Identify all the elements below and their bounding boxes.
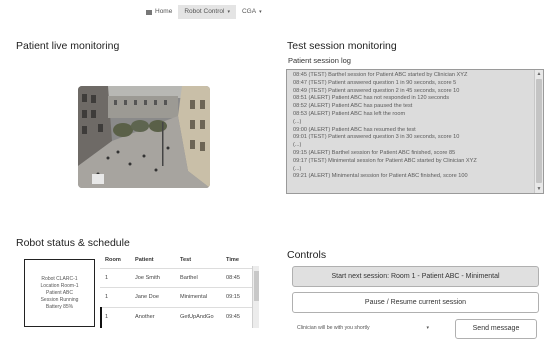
nav-robot-control-label: Robot Control [184, 8, 225, 15]
log-line: 09:01 (TEST) Patient answered question 3… [293, 134, 460, 141]
message-select[interactable]: Clinician will be with you shortly ▾ [293, 321, 435, 335]
nav-cga[interactable]: CGA ▾ [236, 5, 268, 19]
message-select-value: Clinician will be with you shortly [297, 325, 370, 331]
schedule-scrollbar[interactable] [252, 266, 259, 328]
column-header-time: Time [226, 257, 239, 263]
send-message-button[interactable]: Send message [455, 319, 537, 339]
caret-down-icon: ▾ [259, 9, 262, 15]
robot-battery: Battery 85% [45, 303, 74, 310]
caret-down-icon: ▾ [426, 325, 429, 331]
session-log-content: 08:45 (TEST) Barthel session for Patient… [293, 72, 528, 193]
cell-patient: Another [135, 314, 155, 320]
log-line: 09:15 (ALERT) Barthel session for Patien… [293, 149, 456, 156]
live-video-feed[interactable] [78, 86, 210, 188]
nav-robot-control[interactable]: Robot Control ▾ [178, 5, 236, 19]
log-line: 08:51 (ALERT) Patient ABC has not respon… [293, 95, 449, 102]
home-icon [146, 9, 152, 15]
pause-resume-button[interactable]: Pause / Resume current session [292, 292, 539, 313]
cell-time: 09:15 [226, 294, 240, 300]
log-line: 08:47 (TEST) Patient answered question 1… [293, 79, 457, 86]
log-line: 09:21 (ALERT) Minimental session for Pat… [293, 173, 468, 180]
cell-test: Minimental [180, 294, 208, 300]
scroll-up-arrow-icon[interactable]: ▲ [536, 71, 542, 77]
log-line: 09:00 (ALERT) Patient ABC has resumed th… [293, 126, 416, 133]
robot-session-status: Session Running [40, 296, 79, 303]
column-header-room: Room [105, 257, 121, 263]
schedule-header: Room Patient Test Time [100, 254, 252, 266]
log-line: 08:45 (TEST) Barthel session for Patient… [293, 72, 468, 78]
nav-home-label: Home [155, 8, 173, 15]
cell-room: 1 [105, 314, 109, 320]
current-row-indicator [100, 307, 102, 328]
log-scrollbar[interactable]: ▲ ▼ [534, 70, 543, 193]
cell-room: 1 [105, 294, 109, 300]
scroll-thumb[interactable] [254, 271, 259, 301]
robot-location: Location Room-1 [40, 282, 79, 289]
cell-patient: Joe Smith [135, 275, 160, 281]
column-header-patient: Patient [135, 257, 154, 263]
scroll-thumb[interactable] [536, 79, 542, 183]
table-row[interactable]: 1 Jane Doe Minimental 09:15 [100, 287, 252, 306]
log-line: 08:49 (TEST) Patient answered question 2… [293, 87, 460, 94]
session-monitoring-title: Test session monitoring [287, 40, 397, 52]
live-monitoring-title: Patient live monitoring [16, 40, 120, 52]
cell-time: 08:45 [226, 275, 240, 281]
cell-room: 1 [105, 275, 109, 281]
caret-down-icon: ▾ [227, 9, 230, 15]
session-log-textarea[interactable]: 08:45 (TEST) Barthel session for Patient… [286, 69, 544, 194]
cell-time: 09:45 [226, 314, 240, 320]
robot-name: Robot CLARC-1 [41, 275, 78, 282]
nav-cga-label: CGA [241, 8, 257, 15]
scroll-down-arrow-icon[interactable]: ▼ [536, 186, 542, 192]
schedule-table: Room Patient Test Time 1 Joe Smith Barth… [100, 254, 262, 328]
robot-status-title: Robot status & schedule [16, 237, 130, 249]
start-session-button[interactable]: Start next session: Room 1 - Patient ABC… [292, 266, 539, 287]
log-line: (...) [293, 118, 302, 125]
top-navbar: Home Robot Control ▾ CGA ▾ [0, 0, 559, 24]
log-line: (...) [293, 142, 302, 149]
session-log-label: Patient session log [288, 56, 351, 65]
table-row[interactable]: 1 Joe Smith Barthel 08:45 [100, 268, 252, 287]
video-frame [78, 86, 210, 188]
table-row[interactable]: 1 Another GetUpAndGo 09:45 [100, 307, 252, 326]
log-line: (...) [293, 165, 302, 172]
robot-patient: Patient ABC [46, 289, 73, 296]
log-line: 09:17 (TEST) Minimental session for Pati… [293, 157, 477, 164]
controls-title: Controls [287, 249, 327, 261]
cell-test: GetUpAndGo [180, 314, 214, 320]
cell-patient: Jane Doe [135, 294, 159, 300]
cell-test: Barthel [180, 275, 198, 281]
robot-info-panel: Robot CLARC-1 Location Room-1 Patient AB… [24, 259, 95, 327]
log-line: 08:53 (ALERT) Patient ABC has left the r… [293, 110, 406, 117]
column-header-test: Test [180, 257, 192, 263]
log-line: 08:52 (ALERT) Patient ABC has paused the… [293, 103, 413, 110]
nav-home[interactable]: Home [140, 5, 178, 19]
